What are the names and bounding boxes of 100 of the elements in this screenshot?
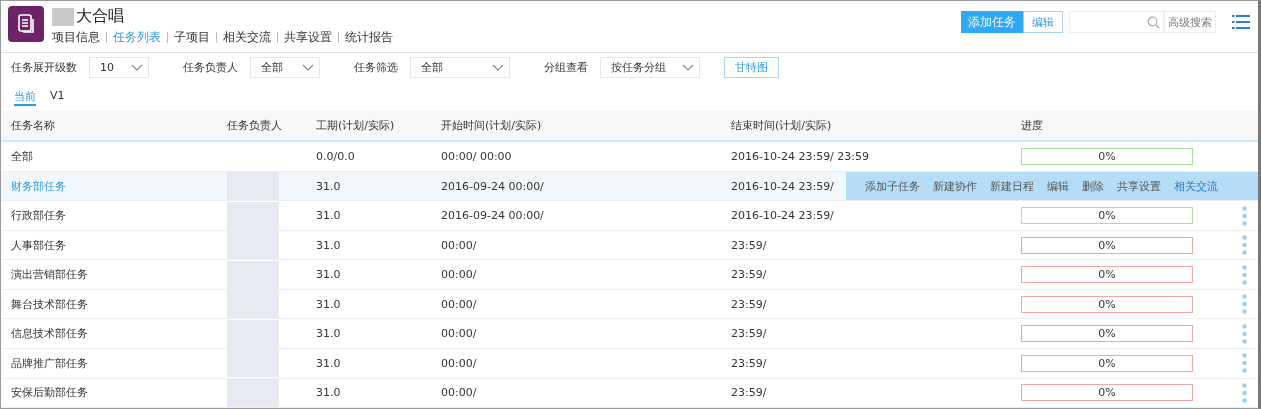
redacted-area: [227, 319, 279, 348]
progress-text: 0%: [1098, 209, 1116, 223]
end-time-cell: 2016-10-24 23:59/ 23:59: [731, 150, 870, 164]
redacted-area: [227, 201, 279, 230]
app-logo: [8, 6, 44, 42]
column-header: 工期(计划/实际): [316, 118, 395, 134]
filter-select[interactable]: 全部: [410, 57, 510, 79]
task-name[interactable]: 行政部任务: [11, 208, 66, 224]
row-action-link[interactable]: 共享设置: [1117, 178, 1161, 194]
start-time-cell: 00:00/: [441, 386, 477, 400]
more-icon[interactable]: [1242, 323, 1247, 344]
search-field[interactable]: [1069, 11, 1164, 33]
redacted-area: [227, 290, 279, 319]
chevron-down-icon: [131, 63, 143, 72]
progress-text: 0%: [1098, 386, 1116, 400]
task-name[interactable]: 信息技术部任务: [11, 326, 88, 342]
end-time-cell: 23:59/: [731, 356, 767, 370]
more-icon[interactable]: [1242, 353, 1247, 374]
task-row[interactable]: 行政部任务 31.0 2016-09-24 00:00/ 2016-10-24 23:59/ 0%: [1, 201, 1258, 231]
redacted-area: [227, 378, 279, 407]
project-title: 大合唱: [76, 6, 124, 27]
row-action-link[interactable]: 新建日程: [990, 178, 1034, 194]
nav-tab[interactable]: 共享设置: [278, 30, 338, 45]
advanced-search-button[interactable]: 高级搜索: [1164, 11, 1216, 33]
row-action-link[interactable]: 删除: [1082, 178, 1104, 194]
redacted-area: [227, 172, 279, 201]
duration-cell: 31.0: [316, 386, 341, 400]
chevron-down-icon: [492, 63, 504, 72]
start-time-cell: 00:00/: [441, 268, 477, 282]
chevron-down-icon: [682, 63, 694, 72]
task-row[interactable]: 人事部任务 31.0 00:00/ 23:59/ 0%: [1, 230, 1258, 261]
redacted-area: [227, 260, 279, 289]
task-row[interactable]: 演出营销部任务 31.0 00:00/ 23:59/ 0%: [1, 260, 1258, 290]
filter-label: 任务筛选: [354, 60, 398, 76]
search-icon: [1147, 15, 1160, 29]
more-icon[interactable]: [1242, 235, 1247, 256]
start-time-cell: 2016-09-24 00:00/: [441, 209, 544, 223]
more-icon[interactable]: [1242, 382, 1247, 403]
duration-cell: 31.0: [316, 209, 341, 223]
task-name[interactable]: 人事部任务: [11, 237, 66, 253]
end-time-cell: 23:59/: [731, 268, 767, 282]
progress-text: 0%: [1098, 297, 1116, 311]
nav-tab[interactable]: 统计报告: [339, 30, 399, 45]
task-row[interactable]: 安保后勤部任务 31.0 00:00/ 23:59/ 0%: [1, 378, 1258, 408]
duration-cell: 31.0: [316, 356, 341, 370]
task-name[interactable]: 演出营销部任务: [11, 267, 88, 283]
filter-select[interactable]: 全部: [250, 57, 320, 79]
duration-cell: 31.0: [316, 327, 341, 341]
task-name[interactable]: 舞台技术部任务: [11, 296, 88, 312]
nav-tab[interactable]: 相关交流: [217, 30, 277, 45]
column-header: 任务负责人: [227, 118, 282, 134]
task-name[interactable]: 品牌推广部任务: [11, 355, 88, 371]
start-time-cell: 00:00/: [441, 356, 477, 370]
column-header: 开始时间(计划/实际): [441, 118, 542, 134]
task-name[interactable]: 安保后勤部任务: [11, 385, 88, 401]
more-icon[interactable]: [1242, 264, 1247, 285]
start-time-cell: 00:00/: [441, 297, 477, 311]
filter-select[interactable]: 按任务分组: [600, 57, 700, 79]
start-time-cell: 00:00/ 00:00: [441, 150, 512, 164]
progress-text: 0%: [1098, 327, 1116, 341]
progress-text: 0%: [1098, 356, 1116, 370]
redacted-area: [227, 349, 279, 378]
version-tab[interactable]: V1: [50, 88, 65, 106]
menu-icon[interactable]: [1232, 15, 1250, 29]
task-row[interactable]: 舞台技术部任务 31.0 00:00/ 23:59/ 0%: [1, 289, 1258, 320]
task-row[interactable]: 品牌推广部任务 31.0 00:00/ 23:59/ 0%: [1, 349, 1258, 379]
end-time-cell: 23:59/: [731, 238, 767, 252]
duration-cell: 31.0: [316, 179, 341, 193]
column-header: 结束时间(计划/实际): [731, 118, 832, 134]
row-action-link[interactable]: 编辑: [1047, 178, 1069, 194]
more-icon[interactable]: [1242, 294, 1247, 315]
start-time-cell: 00:00/: [441, 327, 477, 341]
end-time-cell: 23:59/: [731, 297, 767, 311]
chevron-down-icon: [302, 63, 314, 72]
end-time-cell: 2016-10-24 23:59/: [731, 179, 834, 193]
task-name[interactable]: 全部: [11, 149, 33, 165]
progress-text: 0%: [1098, 150, 1116, 164]
filter-select[interactable]: 10: [89, 57, 149, 79]
filter-label: 任务负责人: [183, 60, 238, 76]
task-row[interactable]: 财务部任务 31.0 2016-09-24 00:00/ 2016-10-24 23:59/ 添加子任务 新建协作 新建日程 编辑 删除 共享设置 相关交流: [1, 171, 1258, 202]
filter-label: 任务展开级数: [11, 60, 77, 76]
start-time-cell: 2016-09-24 00:00/: [441, 179, 544, 193]
progress-text: 0%: [1098, 238, 1116, 252]
end-time-cell: 23:59/: [731, 327, 767, 341]
redacted-area: [227, 231, 279, 260]
end-time-cell: 2016-10-24 23:59/: [731, 209, 834, 223]
filter-label: 分组查看: [544, 60, 588, 76]
end-time-cell: 23:59/: [731, 386, 767, 400]
nav-tab[interactable]: 项目信息: [52, 30, 106, 45]
more-icon[interactable]: [1242, 205, 1247, 226]
start-time-cell: 00:00/: [441, 238, 477, 252]
column-header: 进度: [1021, 118, 1043, 134]
task-row[interactable]: 信息技术部任务 31.0 00:00/ 23:59/ 0%: [1, 319, 1258, 349]
row-action-link[interactable]: 新建协作: [933, 178, 977, 194]
row-action-link[interactable]: 添加子任务: [865, 178, 920, 194]
progress-text: 0%: [1098, 268, 1116, 282]
redacted-area: [52, 7, 74, 26]
nav-tab[interactable]: 子项目: [168, 30, 216, 45]
duration-cell: 31.0: [316, 238, 341, 252]
duration-cell: 31.0: [316, 268, 341, 282]
